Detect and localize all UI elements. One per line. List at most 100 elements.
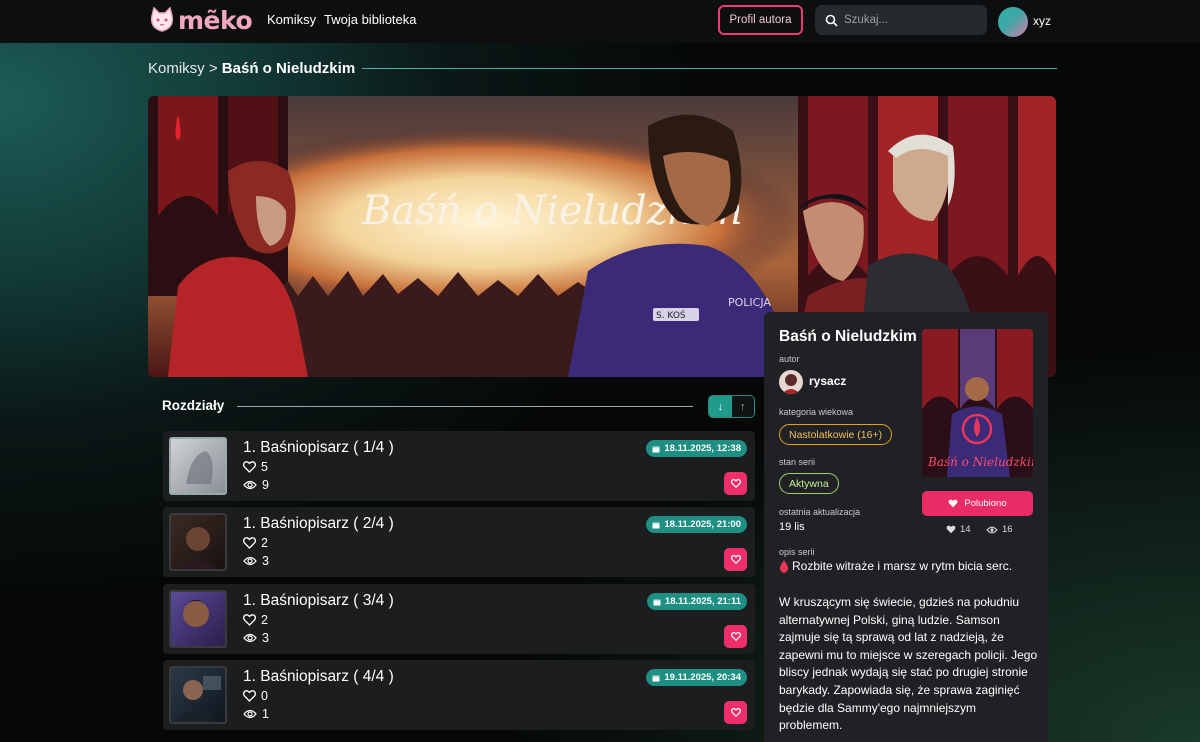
author-profile-button[interactable]: Profil autora bbox=[718, 5, 803, 35]
heart-outline-icon bbox=[243, 614, 256, 626]
chapter-like-button[interactable] bbox=[724, 701, 747, 724]
chapter-likes: 0 bbox=[243, 689, 268, 703]
chapter-likes-count: 2 bbox=[261, 613, 268, 627]
calendar-icon bbox=[652, 446, 660, 452]
chapter-row[interactable]: 1. Baśniopisarz ( 4/4 ) 0 1 19.11.2025, … bbox=[163, 660, 755, 730]
breadcrumb-divider bbox=[362, 68, 1057, 69]
chapter-likes-count: 0 bbox=[261, 689, 268, 703]
chapter-row[interactable]: 1. Baśniopisarz ( 3/4 ) 2 3 18.11.2025, … bbox=[163, 584, 755, 654]
calendar-icon bbox=[653, 599, 661, 605]
calendar-icon bbox=[652, 675, 660, 681]
search-input[interactable] bbox=[844, 14, 974, 26]
chapter-likes-count: 5 bbox=[261, 460, 268, 474]
chapters-divider bbox=[237, 406, 693, 407]
chapter-like-button[interactable] bbox=[724, 472, 747, 495]
chapter-views-count: 3 bbox=[262, 631, 269, 645]
age-category-label: kategoria wiekowa bbox=[779, 407, 854, 417]
chapter-title: 1. Baśniopisarz ( 4/4 ) bbox=[243, 668, 394, 685]
chapter-thumbnail bbox=[169, 437, 227, 495]
series-views: 16 bbox=[986, 524, 1013, 535]
chapter-views-count: 9 bbox=[262, 478, 269, 492]
chapter-thumbnail bbox=[169, 590, 227, 648]
chapter-date: 18.11.2025, 21:00 bbox=[664, 519, 741, 530]
username[interactable]: xyz bbox=[1033, 14, 1051, 28]
author-name[interactable]: rysacz bbox=[809, 374, 846, 388]
cover-title-art: Baśń o Nieludzkim bbox=[927, 455, 1033, 469]
series-cover: Baśń o Nieludzkim bbox=[922, 329, 1033, 477]
liked-button[interactable]: Polubiono bbox=[922, 491, 1033, 516]
breadcrumb-separator: > bbox=[208, 60, 218, 77]
chapter-date: 18.11.2025, 21:11 bbox=[664, 596, 741, 607]
cat-logo-icon bbox=[150, 6, 174, 32]
chapter-views: 1 bbox=[243, 707, 269, 721]
age-category-badge: Nastolatkowie (16+) bbox=[779, 424, 893, 445]
heart-outline-icon bbox=[730, 708, 741, 717]
eye-icon bbox=[243, 709, 257, 719]
nav-library[interactable]: Twoja biblioteka bbox=[324, 12, 417, 27]
author-label: autor bbox=[779, 354, 800, 364]
police-text: POLICJA bbox=[728, 296, 771, 309]
chapter-date-badge: 19.11.2025, 20:34 bbox=[646, 669, 747, 686]
chapter-title: 1. Baśniopisarz ( 2/4 ) bbox=[243, 515, 394, 532]
sort-ascending-button[interactable]: ↑ bbox=[731, 396, 754, 417]
heart-outline-icon bbox=[243, 461, 256, 473]
eye-icon bbox=[986, 526, 998, 533]
chapter-date: 18.11.2025, 12:38 bbox=[664, 443, 741, 454]
heart-outline-icon bbox=[730, 555, 741, 564]
chapters-heading: Rozdziały bbox=[162, 398, 225, 413]
chapter-likes: 2 bbox=[243, 613, 268, 627]
user-avatar[interactable] bbox=[998, 7, 1028, 37]
chapter-views: 3 bbox=[243, 631, 269, 645]
chapter-date-badge: 18.11.2025, 21:00 bbox=[646, 516, 747, 533]
description-body: W kruszącym się świecie, gdzieś na połud… bbox=[779, 595, 1038, 733]
heart-outline-icon bbox=[243, 537, 256, 549]
chapter-likes-count: 2 bbox=[261, 536, 268, 550]
chapter-date-badge: 18.11.2025, 12:38 bbox=[646, 440, 747, 457]
series-info-panel: Baśń o Nieludzkim autor rysacz kategoria… bbox=[764, 312, 1048, 742]
chapter-thumbnail bbox=[169, 666, 227, 724]
search-box bbox=[815, 5, 987, 35]
nav-comics[interactable]: Komiksy bbox=[267, 12, 316, 27]
heart-filled-icon bbox=[948, 499, 958, 508]
chapter-like-button[interactable] bbox=[724, 548, 747, 571]
sort-descending-button[interactable]: ↓ bbox=[709, 396, 732, 417]
blood-drop-icon bbox=[779, 559, 789, 573]
author-avatar[interactable] bbox=[779, 370, 803, 394]
series-likes: 14 bbox=[946, 524, 971, 535]
breadcrumb: Komiksy > Baśń o Nieludzkim bbox=[148, 60, 355, 77]
chapter-date: 19.11.2025, 20:34 bbox=[664, 672, 741, 683]
sort-toggle: ↓ ↑ bbox=[708, 395, 755, 418]
series-status-badge: Aktywna bbox=[779, 473, 839, 494]
arrow-down-icon: ↓ bbox=[717, 400, 724, 413]
heart-outline-icon bbox=[243, 690, 256, 702]
series-title: Baśń o Nieludzkim bbox=[779, 328, 917, 345]
chapter-like-button[interactable] bbox=[724, 625, 747, 648]
breadcrumb-current: Baśń o Nieludzkim bbox=[221, 60, 356, 77]
badge-text: S. KOŚ bbox=[656, 309, 686, 321]
description-headline: Rozbite witraże i marsz w rytm bicia ser… bbox=[779, 559, 1012, 573]
chapter-title: 1. Baśniopisarz ( 1/4 ) bbox=[243, 439, 394, 456]
top-navbar: mẽko Komiksy Twoja biblioteka Profil aut… bbox=[0, 0, 1200, 43]
brand-name: mẽko bbox=[178, 5, 253, 35]
series-views-count: 16 bbox=[1002, 524, 1013, 535]
chapter-title: 1. Baśniopisarz ( 3/4 ) bbox=[243, 592, 394, 609]
chapter-row[interactable]: 1. Baśniopisarz ( 2/4 ) 2 3 18.11.2025, … bbox=[163, 507, 755, 577]
chapter-views-count: 3 bbox=[262, 554, 269, 568]
chapter-likes: 2 bbox=[243, 536, 268, 550]
chapter-views: 3 bbox=[243, 554, 269, 568]
eye-icon bbox=[243, 633, 257, 643]
series-status-label: stan serii bbox=[779, 457, 816, 467]
last-update-value: 19 lis bbox=[779, 521, 805, 533]
chapter-row[interactable]: 1. Baśniopisarz ( 1/4 ) 5 9 18.11.2025, … bbox=[163, 431, 755, 501]
chapter-thumbnail bbox=[169, 513, 227, 571]
last-update-label: ostatnia aktualizacja bbox=[779, 507, 861, 517]
breadcrumb-parent[interactable]: Komiksy bbox=[148, 60, 205, 77]
eye-icon bbox=[243, 480, 257, 490]
site-logo[interactable]: mẽko bbox=[148, 4, 253, 36]
heart-filled-icon bbox=[946, 525, 956, 534]
calendar-icon bbox=[652, 522, 660, 528]
chapter-date-badge: 18.11.2025, 21:11 bbox=[646, 593, 747, 610]
liked-button-label: Polubiono bbox=[964, 498, 1007, 509]
description-headline-text: Rozbite witraże i marsz w rytm bicia ser… bbox=[792, 559, 1013, 573]
chapter-likes: 5 bbox=[243, 460, 268, 474]
